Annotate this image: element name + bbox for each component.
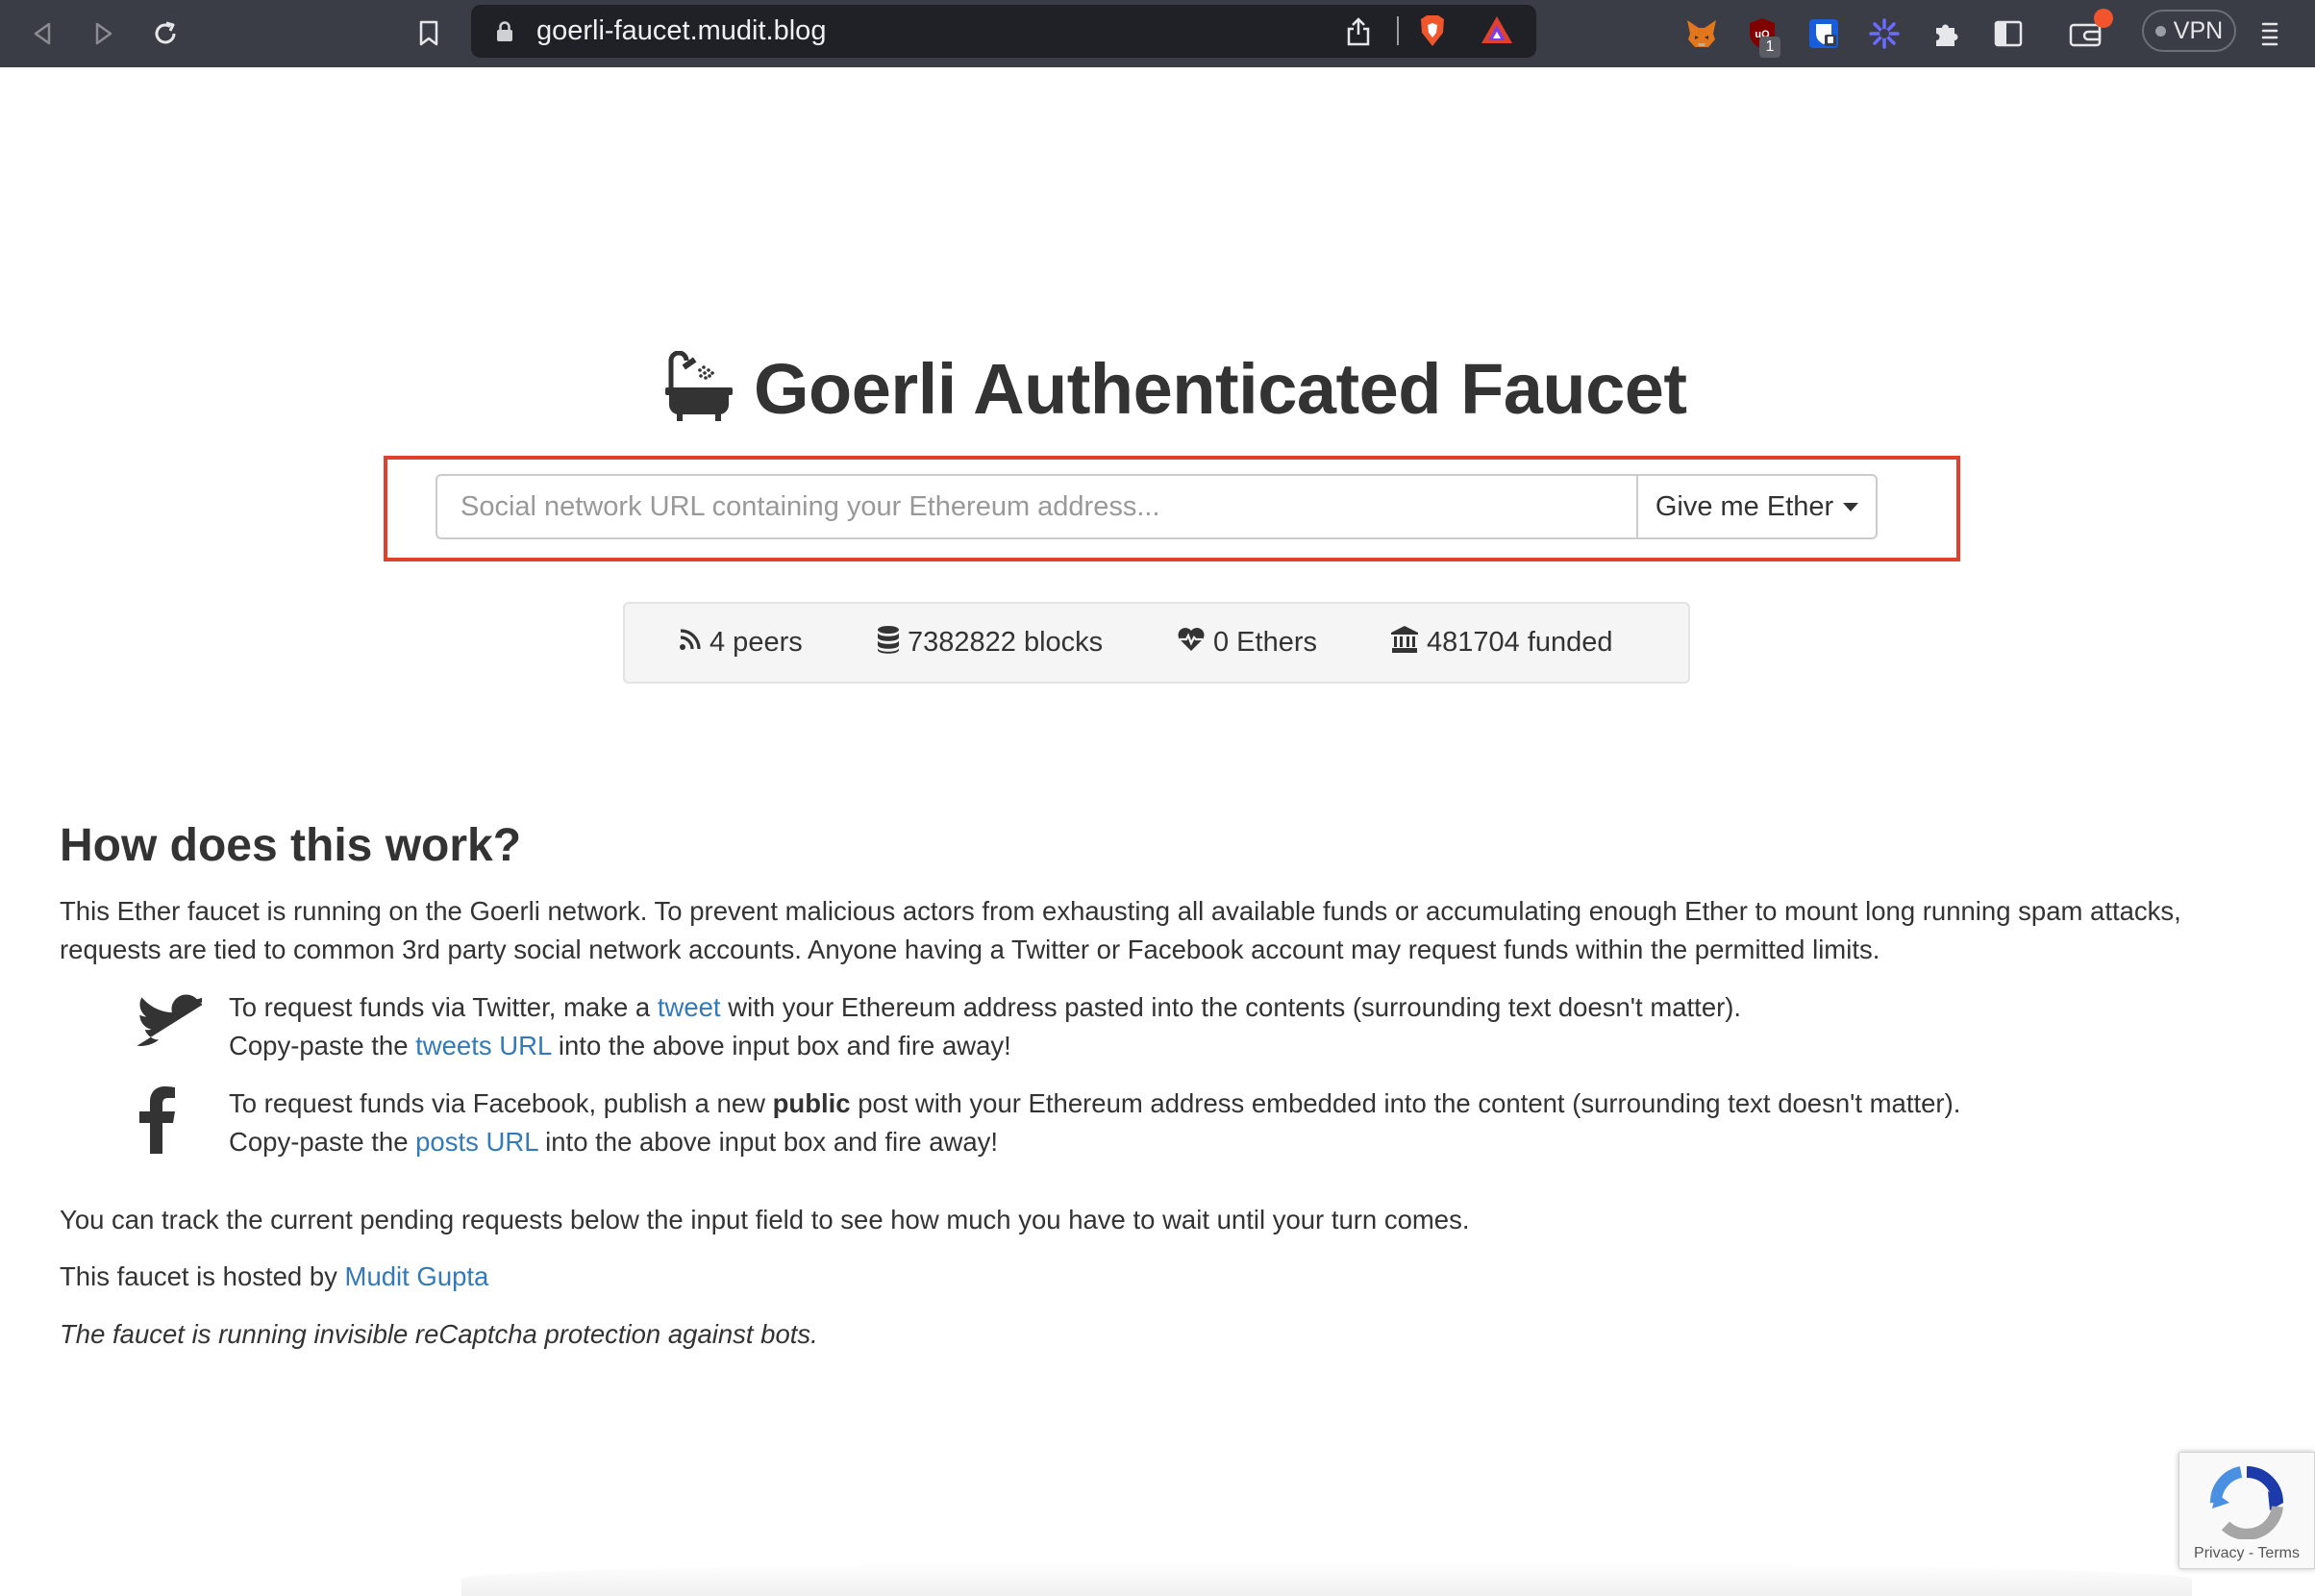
- chevron-down-icon: [1843, 502, 1859, 511]
- share-icon[interactable]: [1346, 17, 1371, 51]
- stat-funded-value: 481704 funded: [1427, 627, 1613, 658]
- tweet-link[interactable]: tweet: [658, 992, 721, 1022]
- address-bar[interactable]: goerli-faucet.mudit.blog: [471, 5, 1536, 58]
- page-bottom-shadow: [461, 1562, 2192, 1596]
- request-form: Give me Ether: [436, 474, 1878, 539]
- vpn-label: VPN: [2173, 16, 2224, 44]
- intro-line: This Ether faucet is running on the Goer…: [60, 896, 2181, 926]
- twitter-text: with your Ethereum address pasted into t…: [720, 992, 1742, 1022]
- brave-rewards-icon[interactable]: [1481, 15, 1513, 49]
- extension-badge-count: 1: [1759, 37, 1780, 58]
- posts-url-link[interactable]: posts URL: [415, 1127, 537, 1157]
- mudit-gupta-link[interactable]: Mudit Gupta: [345, 1261, 489, 1291]
- stat-blocks-value: 7382822 blocks: [908, 627, 1104, 658]
- give-me-ether-button[interactable]: Give me Ether: [1636, 474, 1878, 539]
- facebook-public-bold: public: [772, 1088, 851, 1118]
- address-bar-url[interactable]: goerli-faucet.mudit.blog: [536, 5, 826, 58]
- twitter-instructions: To request funds via Twitter, make a twe…: [229, 988, 1741, 1065]
- twitter-line-1: To request funds via Twitter, make a twe…: [229, 988, 1741, 1027]
- lock-icon: [496, 21, 513, 47]
- metamask-icon[interactable]: [1684, 0, 1719, 67]
- track-paragraph: You can track the current pending reques…: [60, 1205, 1470, 1234]
- facebook-icon: [138, 1085, 177, 1159]
- stat-blocks: 7382822 blocks: [877, 604, 1103, 682]
- rss-icon: [679, 627, 702, 659]
- address-bar-divider: [1397, 16, 1399, 45]
- browser-toolbar: goerli-faucet.mudit.blog uO 1 VPN: [0, 0, 2315, 67]
- brave-shields-icon[interactable]: [1417, 13, 1448, 53]
- facebook-text: To request funds via Facebook, publish a…: [229, 1088, 773, 1118]
- extension-sparkle-icon[interactable]: [1867, 0, 1902, 67]
- twitter-text: To request funds via Twitter, make a: [229, 992, 658, 1022]
- intro-paragraph: This Ether faucet is running on the Goer…: [60, 892, 2181, 969]
- recaptcha-privacy-terms[interactable]: Privacy - Terms: [2179, 1545, 2314, 1562]
- heartbeat-icon: [1177, 627, 1206, 660]
- intro-line: requests are tied to common 3rd party so…: [60, 935, 1880, 964]
- recaptcha-logo-icon: [2208, 1466, 2285, 1544]
- puzzle-icon[interactable]: [1930, 0, 1963, 67]
- bookmark-icon[interactable]: [413, 0, 444, 67]
- recaptcha-badge[interactable]: Privacy - Terms: [2178, 1452, 2315, 1569]
- sidebar-icon[interactable]: [1992, 0, 2025, 67]
- reload-icon[interactable]: [150, 0, 181, 67]
- stat-ethers-value: 0 Ethers: [1213, 627, 1317, 658]
- back-icon[interactable]: [27, 0, 58, 67]
- social-url-input[interactable]: [436, 474, 1636, 539]
- how-it-works-heading: How does this work?: [60, 820, 522, 871]
- vpn-button[interactable]: VPN: [2142, 10, 2236, 52]
- menu-icon[interactable]: [2253, 0, 2286, 67]
- twitter-line-2: Copy-paste the tweets URL into the above…: [229, 1027, 1741, 1065]
- page-header: Goerli Authenticated Faucet: [663, 346, 1687, 431]
- bathtub-icon: [663, 350, 734, 427]
- network-stats: 4 peers 7382822 blocks 0 Ethers 481704 f…: [623, 602, 1690, 684]
- give-me-ether-label: Give me Ether: [1655, 490, 1834, 522]
- facebook-text: post with your Ethereum address embedded…: [850, 1088, 1961, 1118]
- hosted-by-paragraph: This faucet is hosted by Mudit Gupta: [60, 1258, 488, 1296]
- tweets-url-link[interactable]: tweets URL: [415, 1031, 551, 1060]
- hosted-by-text: This faucet is hosted by: [60, 1261, 345, 1291]
- vpn-status-dot: [2154, 25, 2166, 37]
- facebook-text: Copy-paste the: [229, 1127, 416, 1157]
- twitter-text: Copy-paste the: [229, 1031, 416, 1060]
- stat-peers-value: 4 peers: [709, 627, 803, 658]
- stat-ethers: 0 Ethers: [1177, 604, 1317, 682]
- bitwarden-icon[interactable]: [1807, 0, 1840, 67]
- stat-funded: 481704 funded: [1390, 604, 1613, 682]
- twitter-text: into the above input box and fire away!: [551, 1031, 1011, 1060]
- bank-icon: [1390, 625, 1419, 661]
- facebook-line-1: To request funds via Facebook, publish a…: [229, 1085, 1960, 1123]
- twitter-icon: [137, 992, 209, 1053]
- page-title: Goerli Authenticated Faucet: [754, 348, 1687, 429]
- forward-icon[interactable]: [88, 0, 119, 67]
- facebook-line-2: Copy-paste the posts URL into the above …: [229, 1123, 1960, 1161]
- facebook-text: into the above input box and fire away!: [537, 1127, 999, 1157]
- database-icon: [877, 625, 900, 661]
- wallet-notification-dot: [2094, 9, 2113, 28]
- recaptcha-note: The faucet is running invisible reCaptch…: [60, 1319, 818, 1349]
- facebook-instructions: To request funds via Facebook, publish a…: [229, 1085, 1960, 1161]
- stat-peers: 4 peers: [679, 604, 803, 682]
